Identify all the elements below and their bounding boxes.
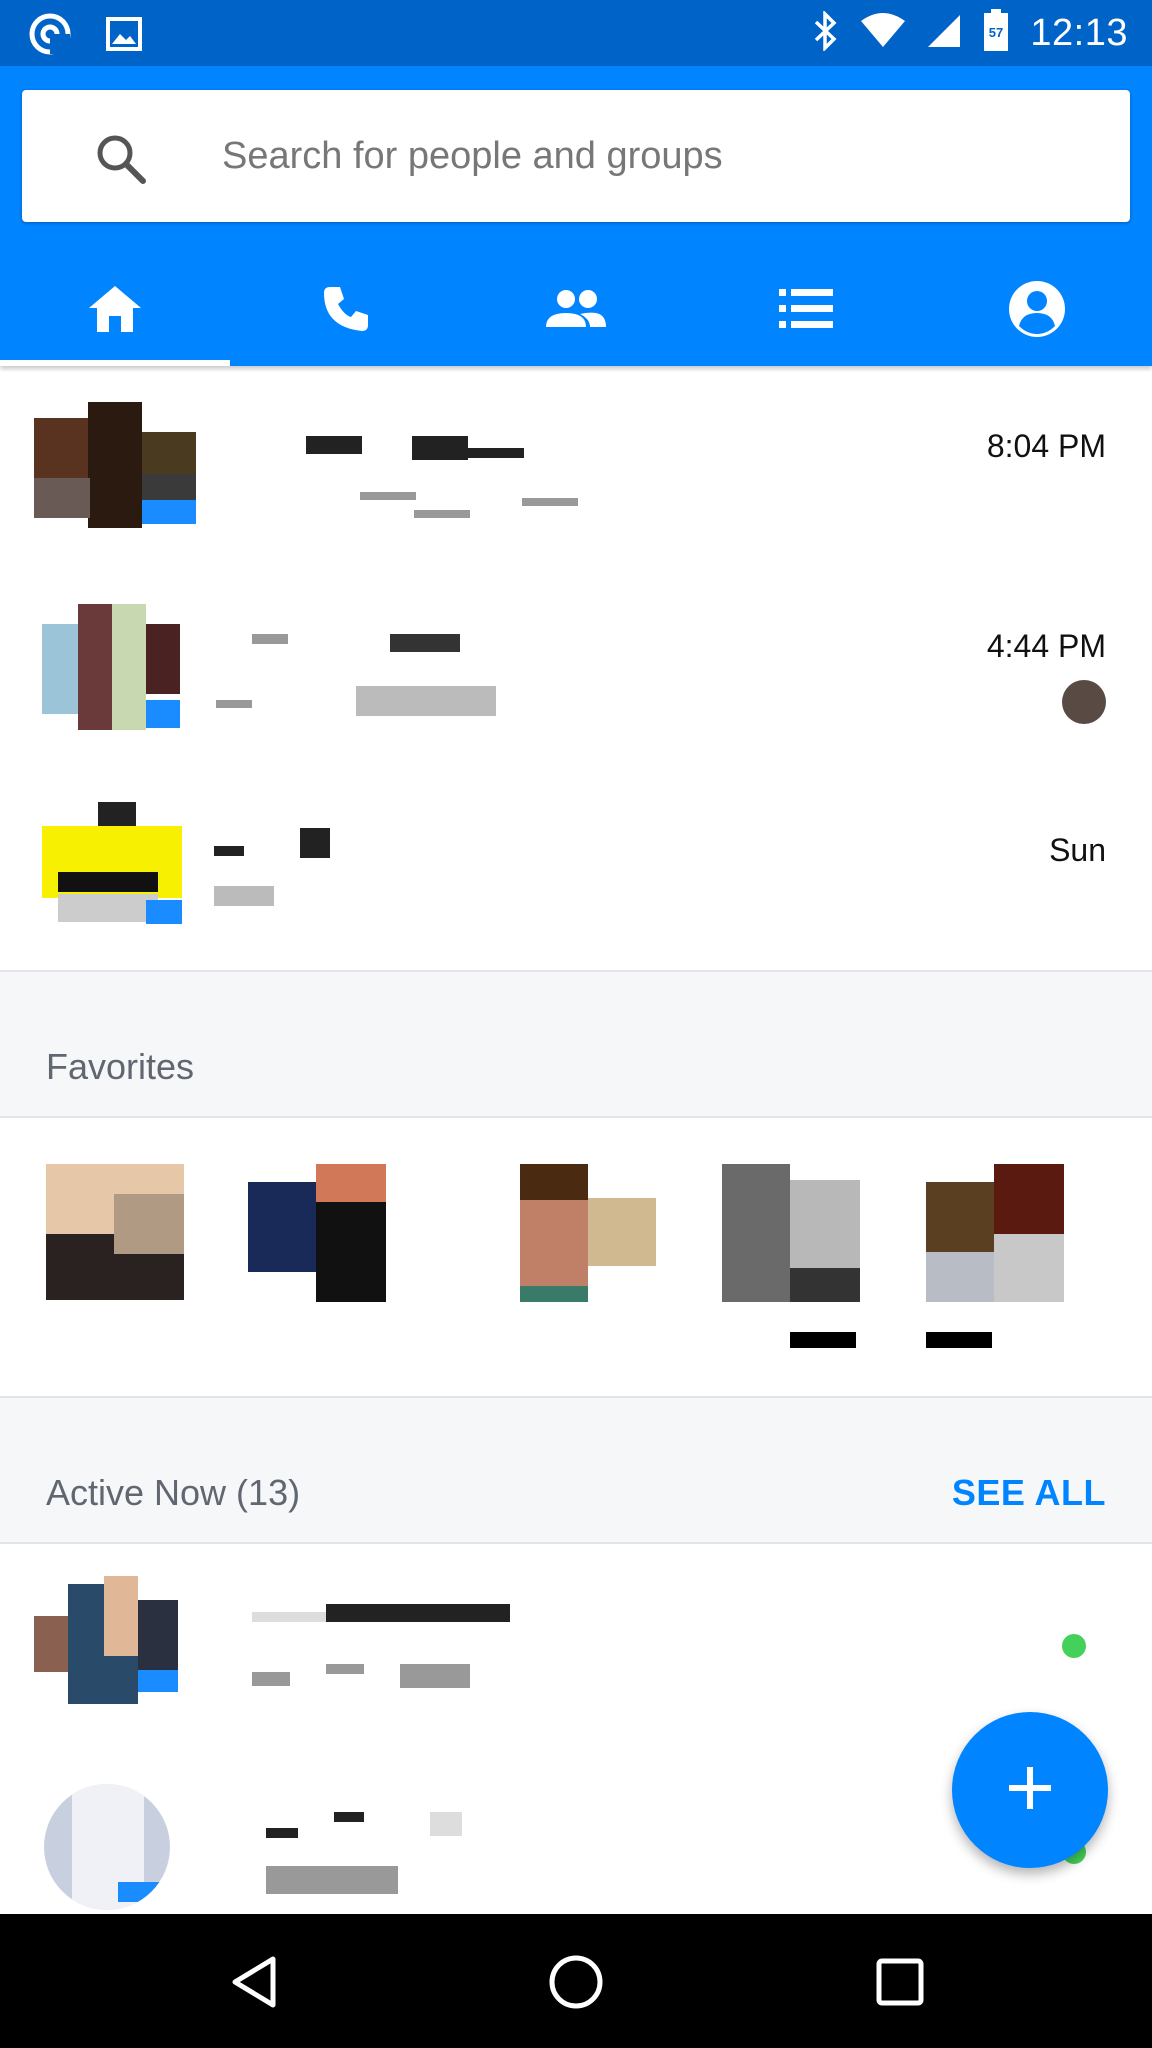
- image-icon: [106, 16, 142, 56]
- conversation-item[interactable]: Sun: [0, 772, 1152, 972]
- signal-icon: [926, 13, 962, 53]
- battery-icon: 57: [982, 9, 1010, 57]
- favorite-contact[interactable]: [520, 1164, 658, 1302]
- home-button[interactable]: [536, 1944, 616, 2024]
- active-contact-item[interactable]: [0, 1544, 1152, 1734]
- back-icon: [229, 1955, 279, 2013]
- message-time: 4:44 PM: [986, 628, 1106, 664]
- message-time: Sun: [1049, 832, 1106, 868]
- recents-button[interactable]: [860, 1944, 940, 2024]
- active-now-header-bg: Active Now (13) SEE ALL: [0, 1398, 1152, 1544]
- bluetooth-icon: [812, 9, 840, 55]
- see-all-link[interactable]: SEE ALL: [952, 1472, 1106, 1514]
- contact-name: [214, 634, 514, 658]
- plus-icon: [1007, 1765, 1053, 1815]
- contact-name: [252, 1604, 512, 1628]
- contact-name: [214, 436, 524, 460]
- groups-icon: [544, 287, 608, 335]
- avatar: [44, 1784, 170, 1910]
- online-indicator: [1062, 1634, 1086, 1658]
- back-button[interactable]: [214, 1944, 294, 2024]
- message-preview: [214, 686, 514, 716]
- avatar: [34, 604, 198, 744]
- tab-profile[interactable]: [922, 256, 1152, 366]
- favorite-contact[interactable]: [926, 1164, 1064, 1348]
- phone-icon: [320, 283, 372, 339]
- tab-calls[interactable]: [230, 256, 460, 366]
- new-message-button[interactable]: [952, 1712, 1108, 1868]
- home-icon: [87, 284, 143, 338]
- conversation-item[interactable]: 8:04 PM: [0, 372, 1152, 572]
- list-icon: [779, 287, 834, 335]
- message-time: 8:04 PM: [986, 428, 1106, 464]
- tab-bar: [0, 256, 1152, 366]
- clock: 12:13: [1030, 11, 1128, 54]
- wifi-icon: [860, 13, 906, 53]
- search-icon: [94, 132, 148, 190]
- message-preview: [214, 492, 578, 518]
- profile-icon: [1008, 280, 1066, 342]
- tab-groups[interactable]: [461, 256, 691, 366]
- messenger-icon: [28, 12, 72, 60]
- favorite-contact[interactable]: [722, 1164, 860, 1348]
- favorite-contact[interactable]: [46, 1164, 184, 1302]
- contact-name: [266, 1812, 466, 1838]
- system-nav-bar: [0, 1914, 1152, 2048]
- home-circle-icon: [548, 1954, 604, 2014]
- message-preview: [252, 1664, 472, 1688]
- recents-icon: [876, 1958, 924, 2010]
- tab-home[interactable]: [0, 256, 231, 366]
- avatar: [34, 1576, 198, 1716]
- active-now-title: Active Now (13): [46, 1472, 301, 1513]
- contact-name: [214, 828, 330, 858]
- favorite-contact[interactable]: [248, 1164, 386, 1302]
- seen-avatar: [1062, 680, 1106, 724]
- favorites-list: [0, 1118, 1152, 1398]
- avatar: [34, 802, 198, 942]
- favorites-header-bg: Favorites: [0, 972, 1152, 1118]
- battery-level: 57: [989, 25, 1003, 40]
- search-bar[interactable]: [22, 90, 1130, 222]
- avatar: [34, 402, 198, 542]
- search-input[interactable]: [222, 116, 1082, 196]
- divider: [0, 970, 1152, 972]
- message-preview: [266, 1866, 406, 1894]
- header: [0, 66, 1152, 366]
- conversation-item[interactable]: 4:44 PM: [0, 572, 1152, 772]
- status-bar: 57 12:13: [0, 0, 1152, 66]
- favorites-title: Favorites: [46, 1046, 195, 1087]
- message-preview: [214, 886, 274, 910]
- tab-list[interactable]: [691, 256, 921, 366]
